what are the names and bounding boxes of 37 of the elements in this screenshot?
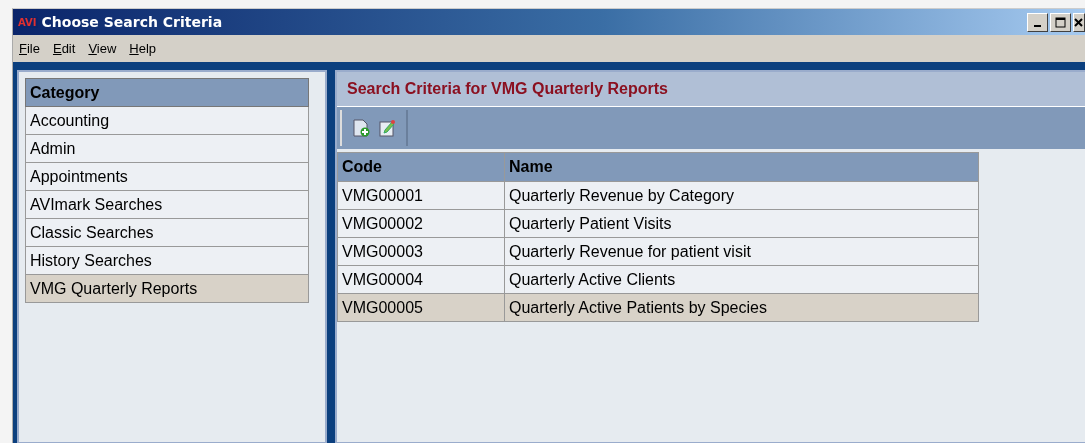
table-cell: Quarterly Revenue for patient visit [504,237,979,266]
minimize-icon [1034,25,1041,27]
column-header[interactable]: Code [337,152,505,182]
table-cell: VMG00001 [337,181,505,210]
app-logo: AVI [17,16,38,28]
table-cell: VMG00004 [337,265,505,294]
menu-item[interactable]: File [18,41,41,56]
menu-item[interactable]: Help [128,41,158,56]
category-item[interactable]: Classic Searches [25,219,309,247]
table-cell: Quarterly Active Clients [504,265,979,294]
category-item[interactable]: Appointments [25,163,309,191]
table-cell: Quarterly Patient Visits [504,209,979,238]
category-item[interactable]: Admin [25,135,309,163]
table-cell: VMG00005 [337,293,505,322]
close-icon [1074,17,1083,27]
edit-button[interactable] [378,119,396,137]
document-plus-icon [352,119,370,137]
category-item[interactable]: VMG Quarterly Reports [25,275,309,303]
close-button[interactable] [1073,12,1085,32]
window-title: Choose Search Criteria [41,14,224,30]
pencil-document-icon [378,119,396,137]
table-cell: Quarterly Active Patients by Species [504,293,979,322]
panel-title: Search Criteria for VMG Quarterly Reports [337,72,1085,106]
category-item[interactable]: History Searches [25,247,309,275]
category-item[interactable]: Accounting [25,107,309,135]
column-header[interactable]: Name [504,152,979,182]
table-cell: VMG00002 [337,209,505,238]
category-item[interactable]: AVImark Searches [25,191,309,219]
list-header: Category [25,78,309,107]
menu-item[interactable]: Edit [51,41,77,56]
table-cell: Quarterly Revenue by Category [504,181,979,210]
new-document-button[interactable] [352,119,370,137]
maximize-icon [1055,16,1066,28]
maximize-button[interactable] [1050,12,1071,32]
menu-item[interactable]: View [87,41,118,56]
table-cell: VMG00003 [337,237,505,266]
minimize-button[interactable] [1027,12,1048,32]
